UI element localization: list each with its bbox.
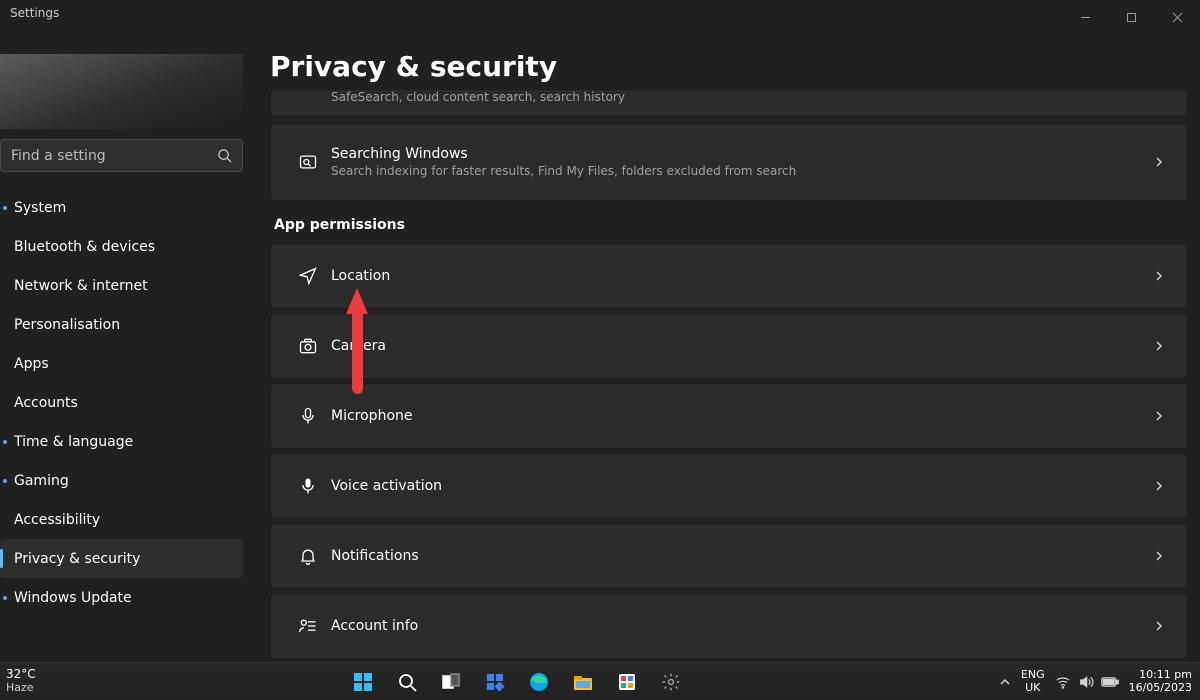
setting-row-camera[interactable]: Camera [270,313,1188,379]
wifi-icon[interactable] [1055,674,1071,690]
setting-label: Voice activation [331,478,1153,494]
sidebar-item-label: Accessibility [14,512,100,528]
setting-label-sub: Search indexing for faster results, Find… [331,164,1153,178]
battery-icon[interactable] [1101,676,1119,688]
sidebar-item-accessibility[interactable]: Accessibility [0,500,243,539]
chevron-right-icon [1153,270,1165,282]
widgets-icon[interactable] [477,666,513,698]
sidebar-item-bluetooth[interactable]: Bluetooth & devices [0,227,243,266]
chevron-right-icon [1153,410,1165,422]
setting-label-sub: SafeSearch, cloud content search, search… [331,90,1165,104]
user-banner[interactable] [0,54,243,129]
weather-temp: 32°C [6,668,36,682]
sidebar-item-accounts[interactable]: Accounts [0,383,243,422]
task-view-icon[interactable] [433,666,469,698]
main-content: Privacy & security SafeSearch, cloud con… [270,50,1188,662]
minimize-button[interactable] [1062,2,1108,32]
taskbar-weather[interactable]: 32°C Haze [0,668,36,694]
chevron-right-icon [1153,480,1165,492]
setting-label: Searching Windows [331,146,1153,162]
settings-taskbar-icon[interactable] [653,666,689,698]
sidebar-item-label: Time & language [14,434,133,450]
search-box[interactable] [0,139,243,172]
setting-row-account-info[interactable]: Account info [270,593,1188,659]
sidebar-item-personalisation[interactable]: Personalisation [0,305,243,344]
sidebar: System Bluetooth & devices Network & int… [0,188,243,617]
sidebar-item-gaming[interactable]: Gaming [0,461,243,500]
volume-icon[interactable] [1078,674,1094,690]
weather-cond: Haze [6,682,36,695]
account-info-icon [291,616,325,636]
taskbar-right: ENG UK 10:11 pm 16/05/2023 [999,669,1200,693]
bell-icon [291,546,325,566]
setting-label: Camera [331,338,1153,354]
taskbar-search-icon[interactable] [389,666,425,698]
setting-row-voice-activation[interactable]: Voice activation [270,453,1188,519]
location-icon [291,266,325,286]
sidebar-item-time-language[interactable]: Time & language [0,422,243,461]
sidebar-item-label: System [14,200,66,216]
taskbar-app-icon[interactable] [609,666,645,698]
chevron-right-icon [1153,340,1165,352]
explorer-icon[interactable] [565,666,601,698]
taskbar-clock[interactable]: 10:11 pm 16/05/2023 [1129,669,1192,693]
sidebar-item-label: Apps [14,356,49,372]
edge-icon[interactable] [521,666,557,698]
start-button[interactable] [345,666,381,698]
sidebar-item-label: Bluetooth & devices [14,239,155,255]
microphone-icon [291,406,325,426]
sidebar-item-label: Privacy & security [14,551,140,567]
camera-icon [291,336,325,356]
tray-chevron-icon[interactable] [999,676,1011,688]
language-indicator[interactable]: ENG UK [1021,669,1045,693]
search-windows-icon [291,152,325,172]
section-title: App permissions [274,217,1188,233]
setting-row-location[interactable]: Location [270,243,1188,309]
sidebar-item-windows-update[interactable]: Windows Update [0,578,243,617]
page-title: Privacy & security [270,50,1188,83]
sidebar-item-label: Personalisation [14,317,120,333]
sidebar-item-label: Windows Update [14,590,132,606]
sidebar-item-label: Gaming [14,473,69,489]
search-icon [217,148,232,163]
chevron-right-icon [1153,156,1165,168]
close-button[interactable] [1154,2,1200,32]
chevron-right-icon [1153,550,1165,562]
chevron-right-icon [1153,620,1165,632]
taskbar-center [36,666,999,698]
setting-label: Notifications [331,548,1153,564]
search-input[interactable] [11,148,217,164]
setting-row-searching-windows[interactable]: Searching Windows Search indexing for fa… [270,123,1188,201]
sidebar-item-system[interactable]: System [0,188,243,227]
taskbar: 32°C Haze ENG [0,662,1200,700]
titlebar: Settings [0,0,1200,30]
window-title: Settings [6,2,63,24]
sidebar-item-network[interactable]: Network & internet [0,266,243,305]
window-buttons [1062,2,1200,32]
sidebar-item-apps[interactable]: Apps [0,344,243,383]
sidebar-item-privacy-security[interactable]: Privacy & security [0,539,243,578]
setting-label: Microphone [331,408,1153,424]
setting-label: Location [331,268,1153,284]
setting-row-search-permissions[interactable]: SafeSearch, cloud content search, search… [270,89,1188,117]
sidebar-item-label: Network & internet [14,278,148,294]
setting-row-notifications[interactable]: Notifications [270,523,1188,589]
setting-row-microphone[interactable]: Microphone [270,383,1188,449]
sidebar-item-label: Accounts [14,395,78,411]
maximize-button[interactable] [1108,2,1154,32]
voice-activation-icon [291,476,325,496]
setting-label: Account info [331,618,1153,634]
